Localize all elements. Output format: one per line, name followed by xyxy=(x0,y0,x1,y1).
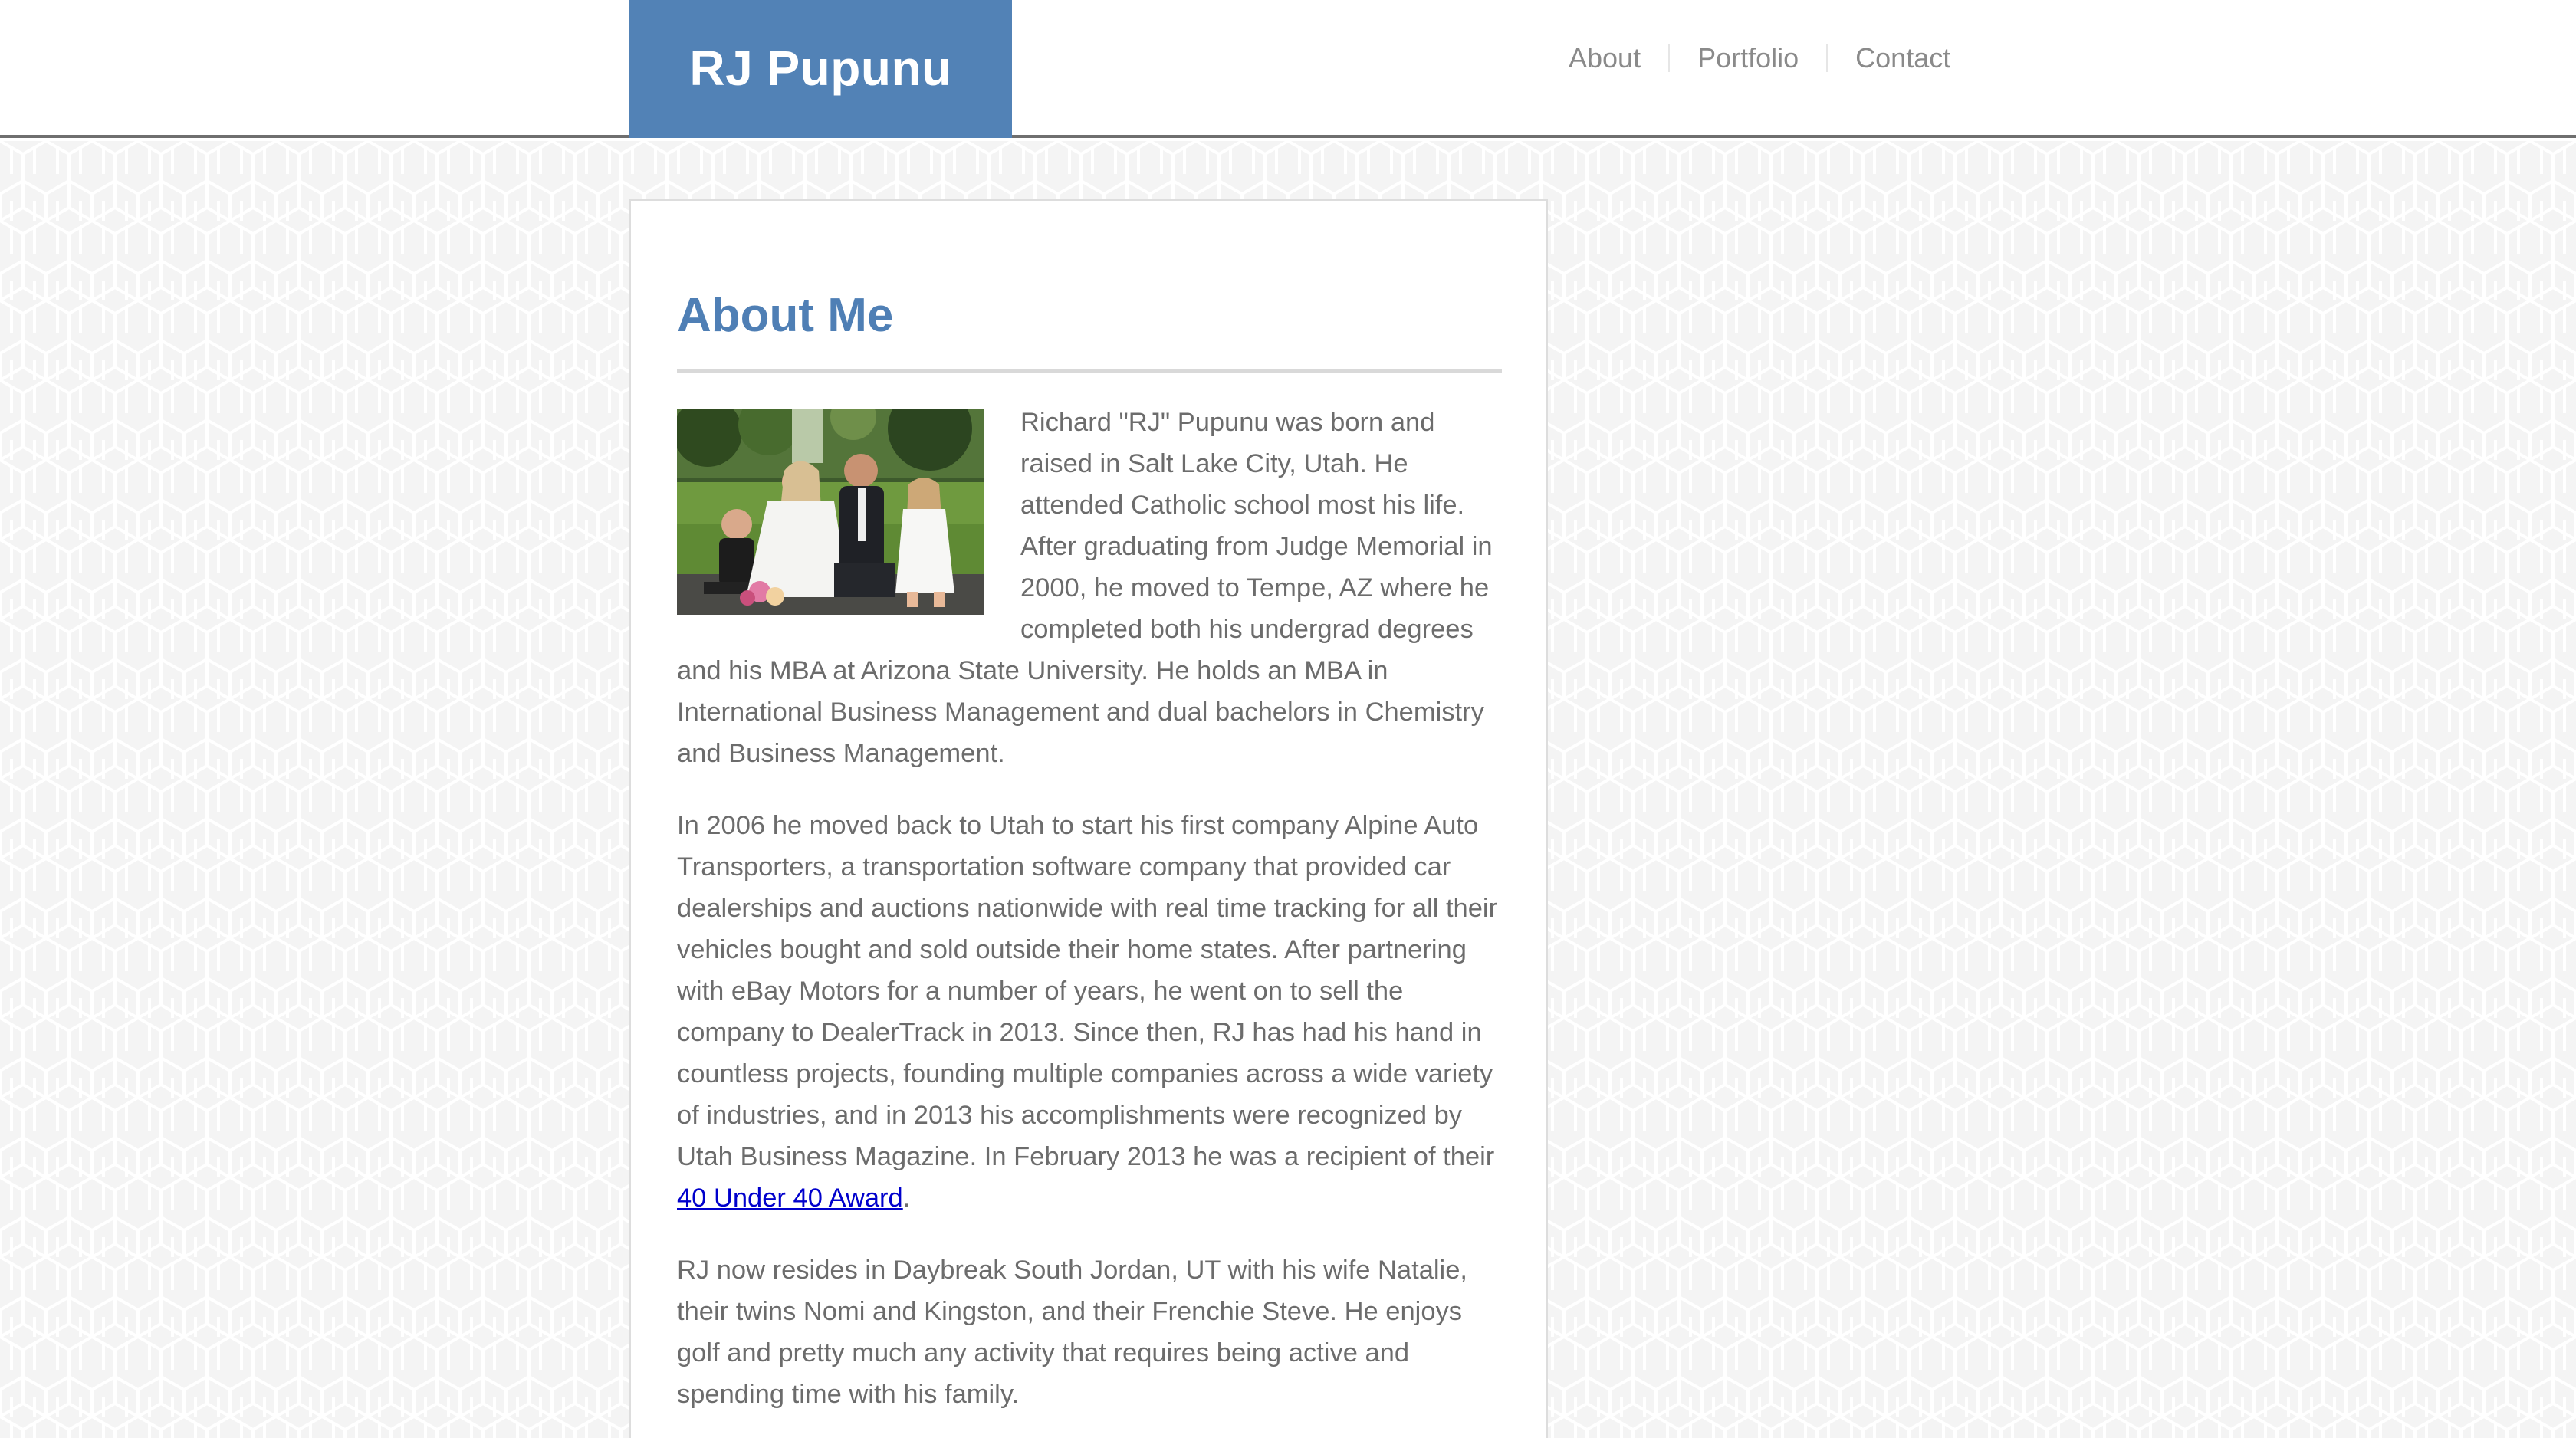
nav-item-contact[interactable]: Contact xyxy=(1828,38,1978,78)
nav-item-portfolio[interactable]: Portfolio xyxy=(1670,38,1826,78)
site-header: RJ Pupunu About Portfolio Contact xyxy=(0,0,2576,138)
page-title: About Me xyxy=(677,289,894,342)
main-nav: About Portfolio Contact xyxy=(1541,38,1978,78)
about-paragraph-2-text: In 2006 he moved back to Utah to start h… xyxy=(677,811,1498,1171)
brand-name: RJ Pupunu xyxy=(689,41,952,96)
about-body: Richard "RJ" Pupunu was born and raised … xyxy=(677,402,1502,1438)
about-paragraph-2: In 2006 he moved back to Utah to start h… xyxy=(677,805,1502,1219)
nav-item-about[interactable]: About xyxy=(1541,38,1668,78)
about-paragraph-3: RJ now resides in Daybreak South Jordan,… xyxy=(677,1256,1467,1409)
about-card: About Me Richard "RJ" Pupunu was born an… xyxy=(629,199,1548,1438)
title-divider xyxy=(677,369,1502,373)
family-photo xyxy=(677,409,984,615)
about-paragraph-2-end: . xyxy=(902,1184,911,1213)
brand-logo-link[interactable]: RJ Pupunu xyxy=(629,0,1012,138)
award-link[interactable]: 40 Under 40 Award xyxy=(677,1184,903,1213)
